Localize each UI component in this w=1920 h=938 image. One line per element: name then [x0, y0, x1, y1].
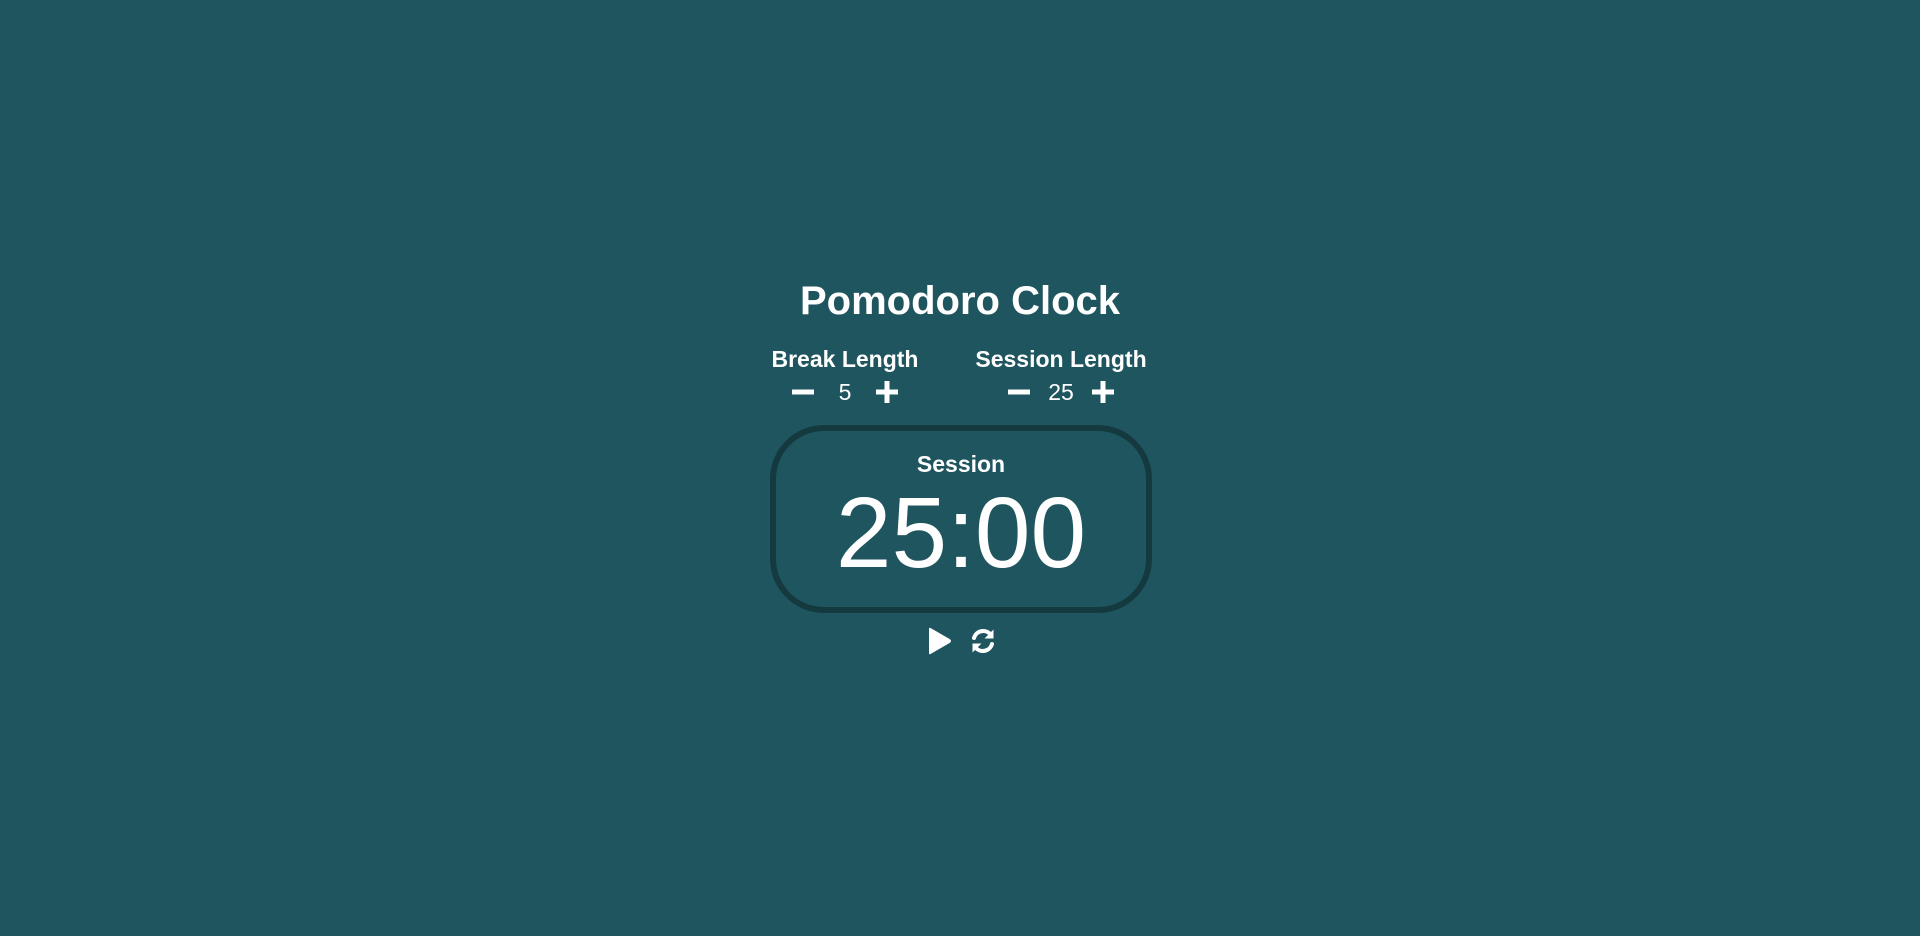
session-length-controls: 25	[961, 374, 1161, 410]
break-decrement-button[interactable]	[789, 378, 817, 406]
time-left: 25:00	[835, 477, 1087, 589]
pomodoro-app: Pomodoro Clock Break Length 5 Session Le…	[0, 0, 1920, 936]
session-increment-button[interactable]	[1089, 378, 1117, 406]
timer-display: Session 25:00	[770, 425, 1152, 613]
reset-button[interactable]	[969, 627, 997, 655]
plus-icon	[876, 381, 898, 403]
start-stop-button[interactable]	[925, 627, 953, 655]
page-title: Pomodoro Clock	[799, 279, 1121, 323]
plus-icon	[1092, 381, 1114, 403]
session-length-control: Session Length 25	[961, 345, 1161, 410]
break-increment-button[interactable]	[873, 378, 901, 406]
session-length-label: Session Length	[975, 346, 1147, 372]
refresh-icon	[972, 629, 994, 653]
break-length-control: Break Length 5	[745, 345, 945, 410]
playback-controls	[925, 625, 997, 657]
break-length-controls: 5	[745, 374, 945, 410]
minus-icon	[792, 389, 814, 395]
session-length-value: 25	[1048, 379, 1074, 405]
break-length-label: Break Length	[771, 346, 919, 372]
minus-icon	[1008, 389, 1030, 395]
session-decrement-button[interactable]	[1005, 378, 1033, 406]
play-icon	[929, 627, 951, 655]
timer-label: Session	[916, 451, 1006, 477]
break-length-value: 5	[838, 379, 852, 405]
